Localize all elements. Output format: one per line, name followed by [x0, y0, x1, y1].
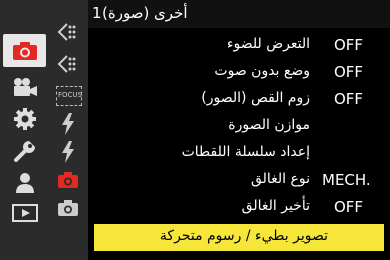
bracket-dots-icon: [57, 23, 79, 45]
wrench-icon: [13, 139, 37, 163]
tab-setup[interactable]: [5, 134, 45, 167]
tab-camera[interactable]: [3, 34, 46, 67]
menu-item-value: OFF: [334, 198, 364, 216]
menu-item-slow-motion-animation[interactable]: تصوير بطيء / رسوم متحركة: [94, 224, 384, 251]
tab-playback[interactable]: [5, 196, 45, 229]
menu-item-value: OFF: [334, 63, 364, 81]
menu-item-burst-setup[interactable]: إعداد سلسلة اللقطات: [88, 140, 390, 167]
menu-item-value: OFF: [334, 90, 364, 108]
menu-item-stabilizer[interactable]: موازن الصورة: [88, 113, 390, 140]
subtab-2[interactable]: [56, 54, 80, 78]
menu-item-label: موازن الصورة: [228, 117, 310, 133]
camera-icon: [12, 41, 38, 61]
menu-item-label: التعرض للضوء: [226, 36, 310, 52]
page-title: أخرى (صورة): [102, 4, 188, 22]
menu-item-label: إعداد سلسلة اللقطات: [181, 144, 310, 160]
video-camera-icon: [12, 77, 38, 97]
tab-video[interactable]: [5, 70, 45, 103]
flash-alt-icon: [60, 141, 76, 167]
page-number: 1: [92, 4, 102, 22]
menu-item-crop-zoom[interactable]: زوم القص (الصور) OFF: [88, 86, 390, 113]
camera-alt-icon: [57, 199, 79, 221]
subtab-camera-2[interactable]: [56, 198, 80, 222]
sub-tab-column: FOCUS: [47, 0, 89, 260]
bracket-dots-alt-icon: [57, 55, 79, 77]
subtab-focus[interactable]: FOCUS: [56, 84, 82, 108]
menu-title-bar: 1 أخرى (صورة): [88, 0, 390, 28]
menu-item-silent-mode[interactable]: وضع بدون صوت OFF: [88, 59, 390, 86]
menu-item-label: تأخير الغالق: [241, 198, 310, 214]
menu-item-label: زوم القص (الصور): [201, 90, 310, 106]
camera-red-icon: [57, 171, 79, 193]
flash-icon: [60, 113, 76, 139]
subtab-flash-alt[interactable]: [56, 141, 80, 167]
subtab-camera-active[interactable]: [56, 170, 80, 194]
focus-icon: FOCUS: [56, 86, 82, 106]
menu-item-shutter-delay[interactable]: تأخير الغالق OFF: [88, 194, 390, 221]
tab-my-menu[interactable]: [5, 166, 45, 199]
menu-item-label: وضع بدون صوت: [214, 63, 310, 79]
menu-item-exposure[interactable]: التعرض للضوء OFF: [88, 32, 390, 59]
subtab-flash[interactable]: [56, 113, 80, 139]
menu-item-value: MECH.: [322, 171, 371, 189]
tab-custom[interactable]: [5, 102, 45, 135]
gear-icon: [13, 107, 37, 131]
camera-menu-screen: FOCUS 1 أخرى (صورة) التعرض للضوء OFF وضع…: [0, 0, 390, 260]
menu-item-value: OFF: [334, 36, 364, 54]
person-icon: [14, 172, 36, 194]
focus-label: FOCUS: [58, 91, 82, 99]
subtab-1[interactable]: [56, 22, 80, 46]
menu-item-label: نوع الغالق: [250, 171, 310, 187]
playback-icon: [12, 203, 38, 223]
menu-list: التعرض للضوء OFF وضع بدون صوت OFF زوم ال…: [88, 28, 390, 260]
menu-item-label: تصوير بطيء / رسوم متحركة: [159, 228, 328, 244]
main-tab-column: [0, 0, 46, 260]
menu-item-shutter-type[interactable]: نوع الغالق MECH.: [88, 167, 390, 194]
